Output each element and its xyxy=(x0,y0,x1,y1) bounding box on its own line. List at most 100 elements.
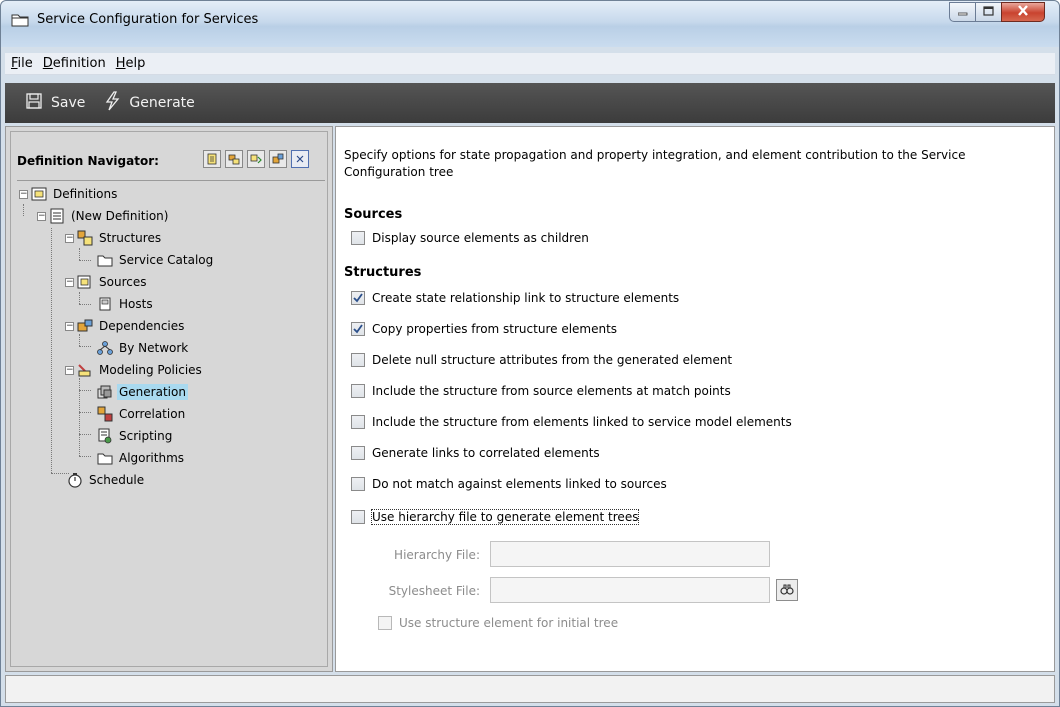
maximize-button[interactable] xyxy=(975,2,1002,22)
collapse-structures-icon[interactable]: − xyxy=(65,234,74,243)
tree-item-definitions[interactable]: Definitions xyxy=(31,184,119,204)
panel-description: Specify options for state propagation an… xyxy=(344,148,966,179)
close-icon xyxy=(1017,5,1029,19)
menu-file-label: ile xyxy=(17,56,33,71)
tree-item-by-network[interactable]: By Network xyxy=(97,338,190,358)
tree-label-scripting: Scripting xyxy=(119,429,173,443)
option-create-state-link[interactable]: Create state relationship link to struct… xyxy=(351,291,679,305)
tree-item-hosts[interactable]: Hosts xyxy=(97,294,155,314)
option-do-not-match[interactable]: Do not match against elements linked to … xyxy=(351,477,667,491)
dependencies-tool-icon[interactable] xyxy=(269,150,287,168)
new-definition-icon[interactable] xyxy=(203,150,221,168)
collapse-modeling-policies-icon[interactable]: − xyxy=(65,366,74,375)
host-icon xyxy=(97,296,113,312)
structures-heading: Structures xyxy=(344,265,422,280)
tree-item-sources[interactable]: Sources xyxy=(77,272,148,292)
tree-label-dependencies: Dependencies xyxy=(99,319,185,333)
tree-item-modeling-policies[interactable]: Modeling Policies xyxy=(77,360,204,380)
hierarchy-file-field[interactable] xyxy=(490,541,770,567)
menu-definition-mnemonic: D xyxy=(42,56,53,71)
close-navigator-icon[interactable] xyxy=(291,150,309,168)
tree-item-structures[interactable]: Structures xyxy=(77,228,163,248)
option-include-source-structure[interactable]: Include the structure from source elemen… xyxy=(351,384,731,398)
tree-label-new-definition: (New Definition) xyxy=(71,209,169,223)
tree-label-modeling-policies: Modeling Policies xyxy=(99,363,202,377)
checkbox-disabled[interactable] xyxy=(378,616,392,630)
definition-navigator: Definition Navigator: − − − − − − Defini… xyxy=(5,126,333,672)
checkbox-checked[interactable] xyxy=(351,322,365,336)
sources-tool-icon[interactable] xyxy=(247,150,265,168)
window-title: Service Configuration for Services xyxy=(37,12,259,27)
collapse-new-definition-icon[interactable]: − xyxy=(37,212,46,221)
checkbox[interactable] xyxy=(351,510,365,524)
folder-icon xyxy=(11,13,29,27)
option-label: Include the structure from source elemen… xyxy=(372,384,731,398)
maximize-icon xyxy=(983,5,994,19)
checkbox[interactable] xyxy=(351,353,365,367)
option-copy-properties[interactable]: Copy properties from structure elements xyxy=(351,322,617,336)
option-label: Create state relationship link to struct… xyxy=(372,291,680,305)
tree-label-hosts: Hosts xyxy=(119,297,153,311)
stopwatch-icon xyxy=(67,472,83,488)
checkbox[interactable] xyxy=(351,384,365,398)
option-display-source-children[interactable]: Display source elements as children xyxy=(351,231,589,245)
tree-label-sources: Sources xyxy=(99,275,147,289)
menu-file[interactable]: File xyxy=(7,56,37,71)
binoculars-icon xyxy=(780,583,794,598)
tree-label-definitions: Definitions xyxy=(53,187,118,201)
collapse-sources-icon[interactable]: − xyxy=(65,278,74,287)
tree-item-new-definition[interactable]: (New Definition) xyxy=(49,206,170,226)
generate-label: Generate xyxy=(129,95,195,111)
tree-item-schedule[interactable]: Schedule xyxy=(67,470,146,490)
option-generate-links[interactable]: Generate links to correlated elements xyxy=(351,446,600,460)
menu-definition[interactable]: Definition xyxy=(39,56,110,71)
tree-item-algorithms[interactable]: Algorithms xyxy=(97,448,186,468)
toolbar: Save Generate xyxy=(5,83,1055,123)
checkmark-icon xyxy=(353,293,363,303)
checkmark-icon xyxy=(353,324,363,334)
option-label: Generate links to correlated elements xyxy=(372,446,600,460)
option-label: Use structure element for initial tree xyxy=(399,616,619,630)
tree-label-correlation: Correlation xyxy=(119,407,186,421)
option-label: Do not match against elements linked to … xyxy=(372,477,667,491)
browse-button[interactable] xyxy=(776,579,798,601)
stylesheet-file-field[interactable] xyxy=(490,577,770,603)
tree-item-dependencies[interactable]: Dependencies xyxy=(77,316,186,336)
tree-label-by-network: By Network xyxy=(119,341,189,355)
navigator-panel: Definition Navigator: − − − − − − Defini… xyxy=(10,131,328,667)
minimize-button[interactable] xyxy=(949,2,976,22)
structures-tool-icon[interactable] xyxy=(225,150,243,168)
menu-help-label: elp xyxy=(125,56,146,71)
option-use-hierarchy-file[interactable]: Use hierarchy file to generate element t… xyxy=(351,509,640,525)
tree-item-correlation[interactable]: Correlation xyxy=(97,404,187,424)
checkbox[interactable] xyxy=(351,415,365,429)
collapse-definitions-icon[interactable]: − xyxy=(19,190,28,199)
option-label: Include the structure from elements link… xyxy=(372,415,792,429)
checkbox[interactable] xyxy=(351,446,365,460)
generation-icon xyxy=(97,384,113,400)
folder-icon xyxy=(97,252,113,268)
menu-help[interactable]: Help xyxy=(112,56,150,71)
folder-icon xyxy=(97,450,113,466)
option-include-linked-structure[interactable]: Include the structure from elements link… xyxy=(351,415,792,429)
definition-document-icon xyxy=(49,208,65,224)
checkbox[interactable] xyxy=(351,477,365,491)
checkbox[interactable] xyxy=(351,231,365,245)
generate-button[interactable]: Generate xyxy=(103,91,195,115)
tree-label-algorithms: Algorithms xyxy=(119,451,185,465)
navigator-title: Definition Navigator: xyxy=(17,154,159,168)
dependencies-icon xyxy=(77,318,93,334)
tree-item-scripting[interactable]: Scripting xyxy=(97,426,174,446)
generation-options-panel: Specify options for state propagation an… xyxy=(335,126,1055,672)
tree-item-generation[interactable]: Generation xyxy=(97,382,188,402)
save-button[interactable]: Save xyxy=(25,92,85,114)
checkbox-checked[interactable] xyxy=(351,291,365,305)
title-bar: Service Configuration for Services xyxy=(1,1,1059,47)
close-button[interactable] xyxy=(1001,2,1045,22)
stylesheet-file-label: Stylesheet File: xyxy=(388,584,480,598)
save-label: Save xyxy=(51,95,86,111)
tree-item-service-catalog[interactable]: Service Catalog xyxy=(97,250,215,270)
collapse-dependencies-icon[interactable]: − xyxy=(65,322,74,331)
option-use-structure-initial-tree[interactable]: Use structure element for initial tree xyxy=(378,616,618,630)
option-delete-null-attributes[interactable]: Delete null structure attributes from th… xyxy=(351,353,732,367)
